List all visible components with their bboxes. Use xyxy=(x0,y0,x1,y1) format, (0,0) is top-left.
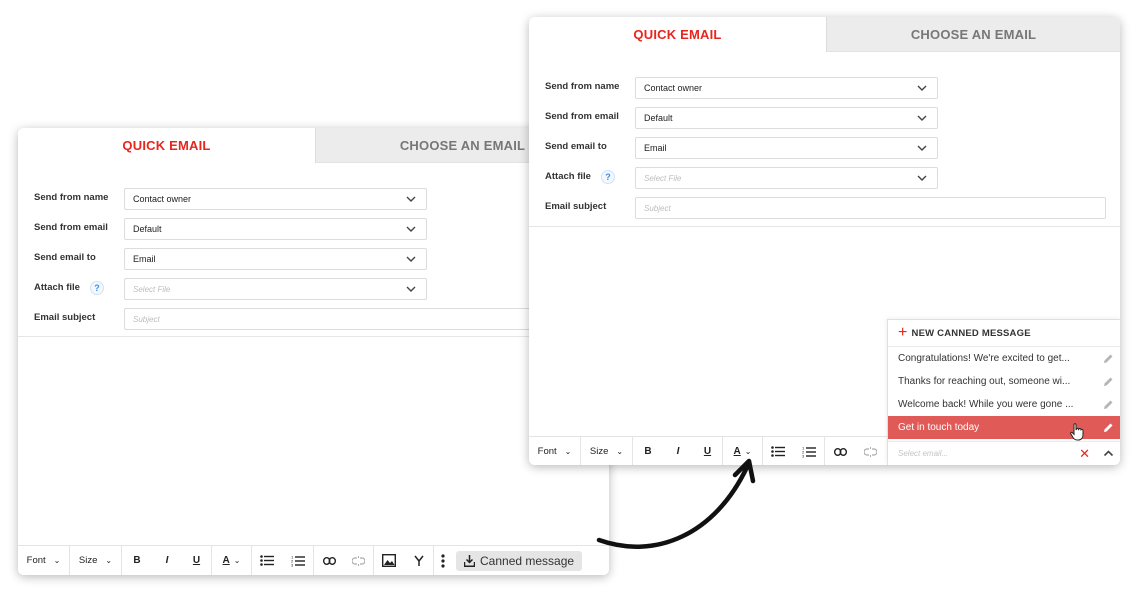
italic-button[interactable]: I xyxy=(152,546,182,576)
email-tabs: QUICK EMAIL CHOOSE AN EMAIL xyxy=(18,128,609,163)
chevron-down-icon xyxy=(406,286,416,292)
curved-arrow-icon xyxy=(596,458,756,549)
bullet-list-icon xyxy=(260,555,274,566)
chevron-down-icon xyxy=(917,85,927,91)
email-subject-label: Email subject xyxy=(545,201,607,212)
canned-message-button[interactable]: Canned message xyxy=(456,550,583,571)
help-icon[interactable]: ? xyxy=(90,281,104,295)
attach-file-label: Attach file xyxy=(34,282,80,293)
unlink-icon xyxy=(863,446,877,457)
send-email-to-label: Send email to xyxy=(545,141,607,152)
unlink-button[interactable] xyxy=(344,545,374,575)
chevron-down-icon: ⌄ xyxy=(564,447,572,456)
chevron-down-icon: ⌄ xyxy=(105,556,113,565)
download-tray-icon xyxy=(464,554,475,567)
email-subject-input[interactable]: Subject xyxy=(635,197,1106,219)
link-icon xyxy=(833,447,847,456)
canned-message-item[interactable]: Thanks for reaching out, someone wi... xyxy=(888,370,1120,393)
canned-message-item[interactable]: Welcome back! While you were gone ... xyxy=(888,393,1120,416)
chevron-down-icon xyxy=(917,115,927,121)
send-from-email-label: Send from email xyxy=(34,222,108,233)
pencil-icon[interactable] xyxy=(1103,399,1114,410)
send-from-email-select[interactable]: Default xyxy=(124,218,427,240)
svg-text:3: 3 xyxy=(291,562,294,567)
form-divider xyxy=(18,336,609,337)
canned-message-item-selected[interactable]: Get in touch today xyxy=(888,416,1120,439)
tab-quick-email[interactable]: QUICK EMAIL xyxy=(529,17,826,52)
more-vertical-icon xyxy=(441,553,445,568)
canned-message-dropdown: + NEW CANNED MESSAGE Congratulations! We… xyxy=(887,319,1120,465)
font-dropdown[interactable]: Font ⌄ xyxy=(18,545,70,575)
merge-fields-button[interactable] xyxy=(404,545,434,575)
attach-file-label: Attach file xyxy=(545,171,591,182)
quick-email-panel-before: QUICK EMAIL CHOOSE AN EMAIL Send from na… xyxy=(18,128,609,575)
email-form: Send from name Contact owner Send from e… xyxy=(18,188,609,338)
bullet-list-icon xyxy=(771,446,785,457)
tab-choose-email[interactable]: CHOOSE AN EMAIL xyxy=(826,17,1120,52)
attach-file-select[interactable]: Select File xyxy=(635,167,938,189)
chevron-down-icon: ⌄ xyxy=(53,556,61,565)
bold-button[interactable]: B xyxy=(122,546,152,576)
help-icon[interactable]: ? xyxy=(601,170,615,184)
bullet-list-button[interactable] xyxy=(252,546,282,576)
plus-icon: + xyxy=(898,324,908,341)
send-from-email-select[interactable]: Default xyxy=(635,107,938,129)
editor-toolbar: Font ⌄ Size ⌄ B I U A ⌄ 123 xyxy=(18,545,609,575)
pencil-icon[interactable] xyxy=(1103,376,1114,387)
text-color-button[interactable]: A ⌄ xyxy=(212,545,252,575)
chevron-down-icon: ⌄ xyxy=(233,556,241,565)
select-email-input[interactable]: Select email... ✕ xyxy=(888,441,1120,465)
send-from-name-label: Send from name xyxy=(545,81,620,92)
unlink-icon xyxy=(352,555,365,566)
chevron-down-icon xyxy=(406,256,416,262)
new-canned-message-button[interactable]: + NEW CANNED MESSAGE xyxy=(888,320,1120,347)
link-button[interactable] xyxy=(825,437,855,466)
hand-pointer-cursor-icon xyxy=(1070,423,1084,441)
numbered-list-button[interactable]: 123 xyxy=(282,545,314,575)
text-color-icon: A xyxy=(222,555,230,566)
chevron-down-icon xyxy=(917,175,927,181)
attach-file-select[interactable]: Select File xyxy=(124,278,427,300)
send-email-to-label: Send email to xyxy=(34,252,96,263)
bullet-list-button[interactable] xyxy=(763,437,793,466)
image-icon xyxy=(382,554,396,567)
email-subject-label: Email subject xyxy=(34,312,96,323)
unlink-button[interactable] xyxy=(855,437,885,466)
send-from-name-select[interactable]: Contact owner xyxy=(124,188,427,210)
chevron-up-icon[interactable] xyxy=(1103,448,1114,459)
link-button[interactable] xyxy=(314,546,344,576)
canned-message-item[interactable]: Congratulations! We're excited to get... xyxy=(888,347,1120,370)
merge-icon xyxy=(413,555,424,566)
numbered-list-icon: 123 xyxy=(802,446,816,458)
pencil-icon[interactable] xyxy=(1103,353,1114,364)
tab-quick-email[interactable]: QUICK EMAIL xyxy=(18,128,315,163)
pencil-icon[interactable] xyxy=(1103,422,1114,433)
send-from-name-label: Send from name xyxy=(34,192,109,203)
more-options-button[interactable] xyxy=(434,546,452,576)
send-email-to-select[interactable]: Email xyxy=(124,248,427,270)
clear-icon[interactable]: ✕ xyxy=(1079,446,1090,462)
link-icon xyxy=(322,556,336,565)
font-dropdown[interactable]: Font ⌄ xyxy=(529,436,581,465)
svg-text:3: 3 xyxy=(802,453,805,458)
numbered-list-button[interactable]: 123 xyxy=(793,436,825,465)
underline-button[interactable]: U xyxy=(182,545,212,575)
chevron-down-icon xyxy=(406,226,416,232)
quick-email-panel-after: QUICK EMAIL CHOOSE AN EMAIL Send from na… xyxy=(529,17,1120,465)
insert-image-button[interactable] xyxy=(374,546,404,576)
email-tabs: QUICK EMAIL CHOOSE AN EMAIL xyxy=(529,17,1120,52)
chevron-down-icon xyxy=(917,145,927,151)
chevron-down-icon xyxy=(406,196,416,202)
numbered-list-icon: 123 xyxy=(291,555,305,567)
size-dropdown[interactable]: Size ⌄ xyxy=(70,545,122,575)
form-divider xyxy=(529,226,1120,227)
email-form: Send from name Contact owner Send from e… xyxy=(529,77,1120,227)
send-from-email-label: Send from email xyxy=(545,111,619,122)
send-email-to-select[interactable]: Email xyxy=(635,137,938,159)
send-from-name-select[interactable]: Contact owner xyxy=(635,77,938,99)
